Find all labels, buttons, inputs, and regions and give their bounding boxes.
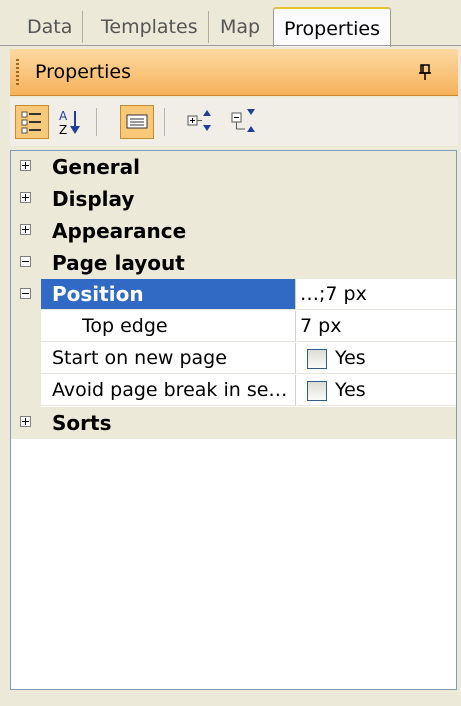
category-sorts[interactable]: Sorts [11, 407, 456, 439]
collapse-icon[interactable] [20, 256, 31, 267]
property-row-top-edge[interactable]: Top edge 7 px [11, 311, 456, 343]
expand-icon[interactable] [20, 160, 31, 171]
panel-header: Properties [10, 49, 458, 96]
property-row-position[interactable]: Position …;7 px [11, 279, 456, 311]
pin-icon[interactable] [416, 63, 434, 81]
category-label: General [52, 155, 140, 179]
checkbox[interactable] [307, 380, 327, 401]
expand-all-icon [187, 110, 211, 131]
tab-templates[interactable]: Templates [91, 11, 209, 43]
property-grid: General Display Appearance Page layout P… [10, 150, 457, 690]
row-gutter [11, 375, 41, 407]
svg-text:Z: Z [59, 123, 67, 137]
property-name[interactable]: Position [41, 279, 296, 310]
property-row-start-new-page[interactable]: Start on new page Yes [11, 343, 456, 375]
category-label: Page layout [52, 251, 185, 275]
property-pages-button[interactable] [120, 105, 154, 139]
categorized-icon [21, 111, 41, 134]
tab-map[interactable]: Map [210, 11, 270, 43]
property-value[interactable]: …;7 px [297, 279, 456, 310]
tab-strip: Data Templates Map Properties [0, 0, 461, 47]
expand-all-button[interactable] [183, 105, 217, 139]
panel-title: Properties [35, 61, 132, 83]
category-page-layout[interactable]: Page layout [11, 247, 456, 279]
category-label: Display [52, 187, 135, 211]
property-name[interactable]: Start on new page [41, 343, 296, 374]
property-pages-icon [126, 114, 148, 129]
tab-properties[interactable]: Properties [273, 7, 392, 47]
toolbar-separator [96, 108, 97, 136]
expand-icon[interactable] [20, 192, 31, 203]
alphabetical-button[interactable]: A Z [53, 105, 87, 139]
svg-text:A: A [59, 109, 68, 123]
row-gutter [11, 343, 41, 375]
collapse-all-icon [231, 109, 255, 132]
drag-grip-icon[interactable] [16, 59, 19, 85]
toolbar-separator [164, 108, 165, 136]
checkbox-label: Yes [335, 347, 366, 369]
categorized-button[interactable] [15, 105, 49, 139]
property-value[interactable]: Yes [297, 375, 456, 406]
expand-icon[interactable] [20, 416, 31, 427]
collapse-all-button[interactable] [227, 105, 261, 139]
property-value[interactable]: Yes [297, 343, 456, 374]
category-label: Appearance [52, 219, 187, 243]
category-general[interactable]: General [11, 151, 456, 183]
toolbar: A Z [10, 98, 458, 146]
category-display[interactable]: Display [11, 183, 456, 215]
row-gutter [11, 311, 41, 343]
alphabetical-sort-icon: A Z [59, 109, 80, 137]
category-label: Sorts [52, 411, 112, 435]
property-name[interactable]: Top edge [41, 311, 296, 342]
property-value[interactable]: 7 px [297, 311, 456, 342]
checkbox-label: Yes [335, 379, 366, 401]
property-row-avoid-break[interactable]: Avoid page break in se… Yes [11, 375, 456, 407]
tab-divider [0, 45, 461, 46]
category-appearance[interactable]: Appearance [11, 215, 456, 247]
checkbox[interactable] [307, 348, 327, 369]
collapse-icon[interactable] [20, 288, 31, 299]
tab-data[interactable]: Data [17, 11, 84, 43]
expand-icon[interactable] [20, 224, 31, 235]
property-name[interactable]: Avoid page break in se… [41, 375, 296, 406]
